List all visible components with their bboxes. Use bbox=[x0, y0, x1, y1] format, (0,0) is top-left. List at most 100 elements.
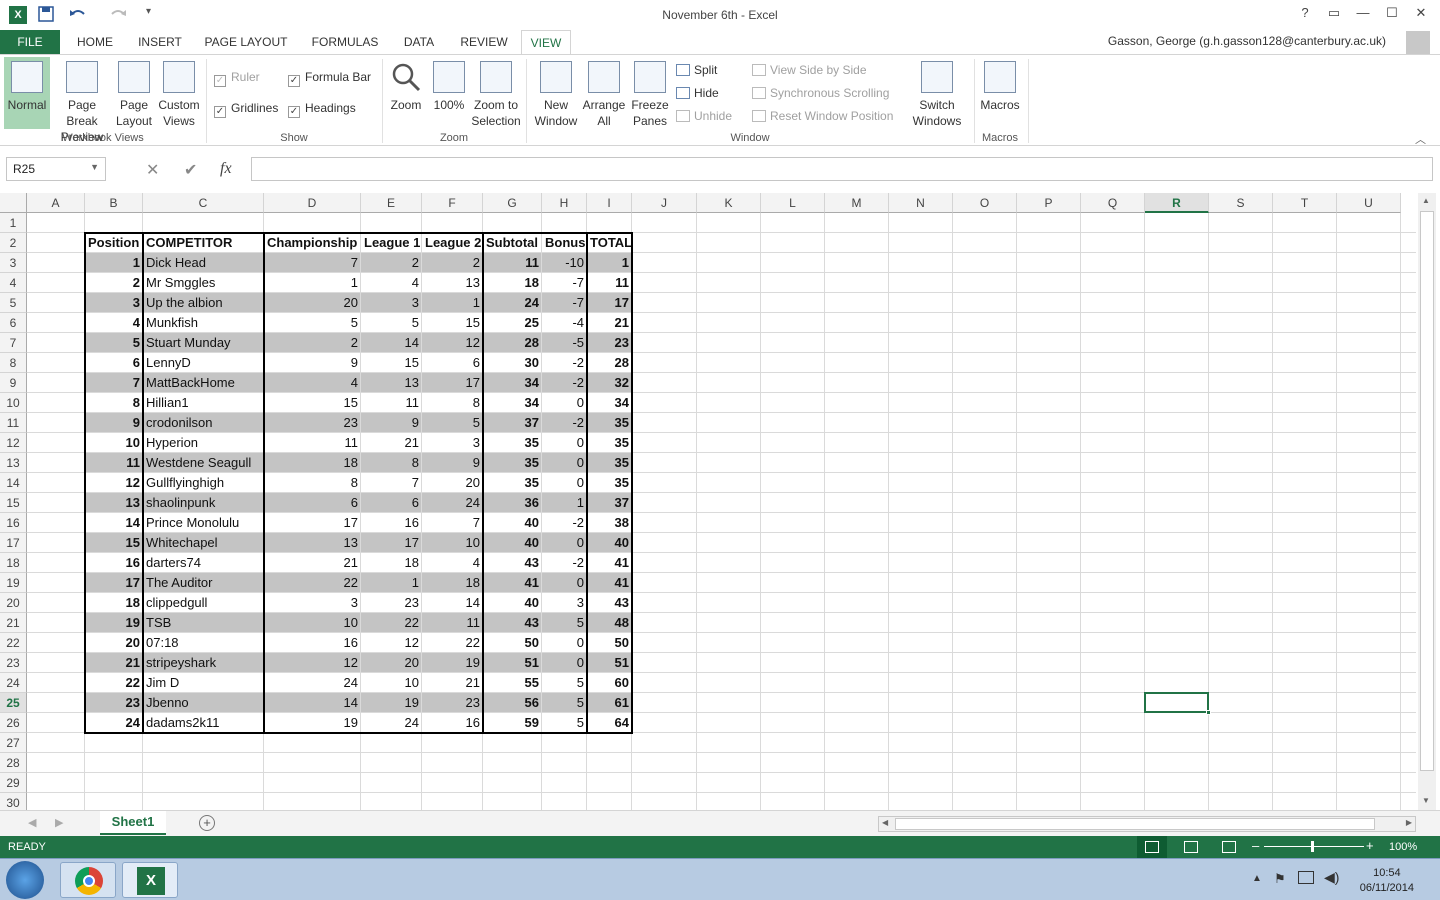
zoom-out-icon[interactable]: – bbox=[1252, 838, 1259, 853]
score-cell[interactable]: 23 bbox=[264, 413, 361, 433]
switch-windows-button[interactable]: Switch Windows bbox=[906, 57, 968, 129]
score-cell[interactable]: 20 bbox=[264, 293, 361, 313]
synchronous-scrolling-button[interactable]: Synchronous Scrolling bbox=[752, 86, 889, 100]
tab-file[interactable]: FILE bbox=[0, 30, 60, 54]
row-header[interactable]: 1 bbox=[0, 213, 27, 233]
name-box[interactable]: R25 ▼ bbox=[6, 157, 106, 181]
score-cell[interactable]: 20 bbox=[361, 653, 422, 673]
score-cell[interactable]: 61 bbox=[587, 693, 632, 713]
score-cell[interactable]: 6 bbox=[85, 353, 143, 373]
score-cell[interactable]: 5 bbox=[264, 313, 361, 333]
table-header-cell[interactable]: Bonus bbox=[542, 233, 587, 253]
scroll-up-icon[interactable]: ▲ bbox=[1422, 196, 1430, 205]
score-cell[interactable]: 1 bbox=[422, 293, 483, 313]
column-header-l[interactable]: L bbox=[761, 193, 825, 213]
row-header[interactable]: 5 bbox=[0, 293, 27, 313]
row-header[interactable]: 11 bbox=[0, 413, 27, 433]
score-cell[interactable]: 25 bbox=[483, 313, 542, 333]
score-cell[interactable]: 12 bbox=[422, 333, 483, 353]
competitor-cell[interactable]: Jim D bbox=[143, 673, 264, 693]
score-cell[interactable]: 40 bbox=[483, 593, 542, 613]
action-center-flag-icon[interactable]: ⚑ bbox=[1274, 871, 1286, 887]
tab-data[interactable]: DATA bbox=[394, 30, 444, 54]
score-cell[interactable]: 23 bbox=[422, 693, 483, 713]
row-header[interactable]: 21 bbox=[0, 613, 27, 633]
row-header[interactable]: 10 bbox=[0, 393, 27, 413]
score-cell[interactable]: 34 bbox=[483, 393, 542, 413]
row-header[interactable]: 26 bbox=[0, 713, 27, 733]
competitor-cell[interactable]: Whitechapel bbox=[143, 533, 264, 553]
fill-handle[interactable] bbox=[1206, 710, 1211, 715]
score-cell[interactable]: -2 bbox=[542, 553, 587, 573]
volume-icon[interactable]: ◀) bbox=[1324, 869, 1339, 886]
score-cell[interactable]: 11 bbox=[264, 433, 361, 453]
competitor-cell[interactable]: darters74 bbox=[143, 553, 264, 573]
score-cell[interactable]: 7 bbox=[85, 373, 143, 393]
scroll-left-icon[interactable]: ◀ bbox=[882, 818, 888, 827]
ruler-checkbox[interactable]: ✓ Ruler bbox=[214, 70, 260, 87]
score-cell[interactable]: 21 bbox=[422, 673, 483, 693]
score-cell[interactable]: 23 bbox=[587, 333, 632, 353]
zoom-in-icon[interactable]: + bbox=[1366, 838, 1374, 853]
competitor-cell[interactable]: crodonilson bbox=[143, 413, 264, 433]
score-cell[interactable]: 43 bbox=[587, 593, 632, 613]
score-cell[interactable]: 11 bbox=[422, 613, 483, 633]
score-cell[interactable]: 8 bbox=[361, 453, 422, 473]
tab-home[interactable]: HOME bbox=[66, 30, 124, 54]
score-cell[interactable]: 13 bbox=[264, 533, 361, 553]
score-cell[interactable]: 3 bbox=[361, 293, 422, 313]
scroll-down-icon[interactable]: ▼ bbox=[1422, 796, 1430, 805]
score-cell[interactable]: 11 bbox=[361, 393, 422, 413]
score-cell[interactable]: 22 bbox=[264, 573, 361, 593]
zoom-100-button[interactable]: 100% bbox=[430, 57, 468, 113]
score-cell[interactable]: 6 bbox=[422, 353, 483, 373]
view-side-by-side-button[interactable]: View Side by Side bbox=[752, 63, 867, 77]
column-header-e[interactable]: E bbox=[361, 193, 422, 213]
score-cell[interactable]: 35 bbox=[587, 473, 632, 493]
score-cell[interactable]: 0 bbox=[542, 433, 587, 453]
score-cell[interactable]: 1 bbox=[85, 253, 143, 273]
row-header[interactable]: 2 bbox=[0, 233, 27, 253]
show-hidden-icons-icon[interactable]: ▲ bbox=[1252, 873, 1262, 884]
competitor-cell[interactable]: Dick Head bbox=[143, 253, 264, 273]
tab-formulas[interactable]: FORMULAS bbox=[304, 30, 386, 54]
column-header-o[interactable]: O bbox=[953, 193, 1017, 213]
score-cell[interactable]: 8 bbox=[264, 473, 361, 493]
chrome-taskbar-button[interactable] bbox=[60, 862, 116, 898]
competitor-cell[interactable]: Gullflyinghigh bbox=[143, 473, 264, 493]
score-cell[interactable]: 43 bbox=[483, 613, 542, 633]
tab-page-layout[interactable]: PAGE LAYOUT bbox=[196, 30, 296, 54]
score-cell[interactable]: 16 bbox=[85, 553, 143, 573]
column-header-p[interactable]: P bbox=[1017, 193, 1081, 213]
score-cell[interactable]: 21 bbox=[85, 653, 143, 673]
competitor-cell[interactable]: 07:18 bbox=[143, 633, 264, 653]
close-icon[interactable]: ✕ bbox=[1411, 5, 1431, 21]
score-cell[interactable]: 43 bbox=[483, 553, 542, 573]
score-cell[interactable]: 10 bbox=[85, 433, 143, 453]
score-cell[interactable]: 50 bbox=[483, 633, 542, 653]
competitor-cell[interactable]: Mr Smggles bbox=[143, 273, 264, 293]
row-header[interactable]: 27 bbox=[0, 733, 27, 753]
score-cell[interactable]: 15 bbox=[264, 393, 361, 413]
score-cell[interactable]: 15 bbox=[422, 313, 483, 333]
score-cell[interactable]: 14 bbox=[361, 333, 422, 353]
competitor-cell[interactable]: The Auditor bbox=[143, 573, 264, 593]
score-cell[interactable]: 18 bbox=[264, 453, 361, 473]
score-cell[interactable]: 23 bbox=[85, 693, 143, 713]
score-cell[interactable]: 10 bbox=[264, 613, 361, 633]
score-cell[interactable]: 40 bbox=[483, 533, 542, 553]
custom-views-button[interactable]: Custom Views bbox=[156, 57, 202, 129]
score-cell[interactable]: 35 bbox=[483, 453, 542, 473]
row-header[interactable]: 17 bbox=[0, 533, 27, 553]
score-cell[interactable]: 37 bbox=[483, 413, 542, 433]
score-cell[interactable]: 35 bbox=[587, 413, 632, 433]
score-cell[interactable]: 14 bbox=[85, 513, 143, 533]
arrange-all-button[interactable]: Arrange All bbox=[580, 57, 628, 129]
score-cell[interactable]: 5 bbox=[542, 673, 587, 693]
row-header[interactable]: 25 bbox=[0, 693, 27, 713]
score-cell[interactable]: 12 bbox=[361, 633, 422, 653]
score-cell[interactable]: 9 bbox=[85, 413, 143, 433]
competitor-cell[interactable]: stripeyshark bbox=[143, 653, 264, 673]
chevron-down-icon[interactable]: ▼ bbox=[90, 162, 99, 172]
cancel-icon[interactable]: ✕ bbox=[146, 160, 159, 180]
